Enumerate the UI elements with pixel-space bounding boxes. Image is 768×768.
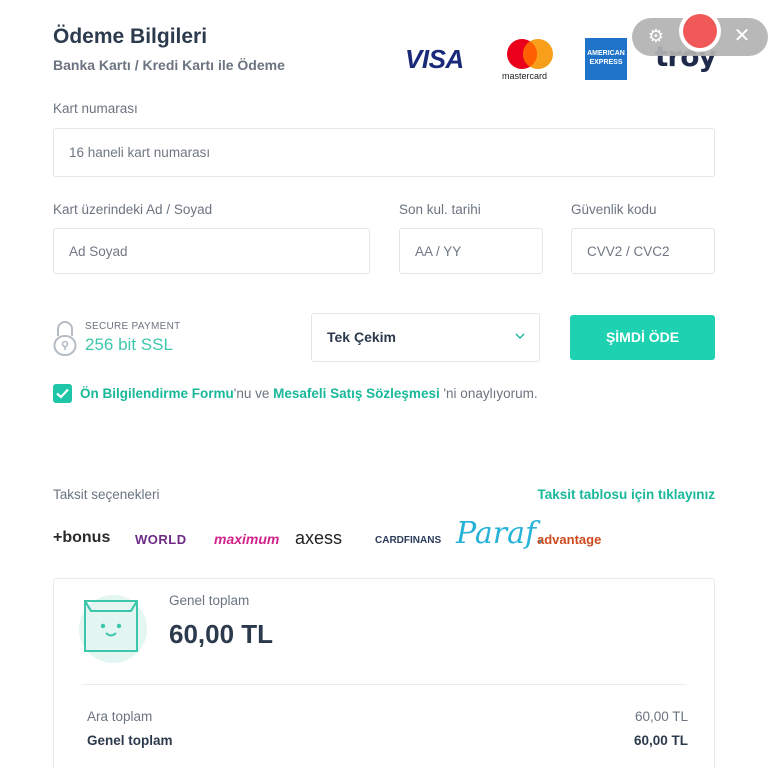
pre-info-form-link[interactable]: Ön Bilgilendirme Formu xyxy=(80,386,234,401)
recorder-toolbar: ⚙ ✕ xyxy=(632,10,768,56)
maximum-logo: maximum xyxy=(214,531,280,547)
grand-total-label: Genel toplam xyxy=(169,593,250,608)
expiry-label: Son kul. tarihi xyxy=(399,202,481,217)
lock-icon xyxy=(53,321,77,356)
pay-now-button[interactable]: ŞİMDİ ÖDE xyxy=(570,315,715,360)
installment-options-label: Taksit seçenekleri xyxy=(53,487,160,502)
distance-sales-agreement-link[interactable]: Mesafeli Satış Sözleşmesi xyxy=(273,386,440,401)
total-row-label: Genel toplam xyxy=(87,733,173,748)
name-field xyxy=(53,228,370,274)
order-summary: Genel toplam 60,00 TL Ara toplam 60,00 T… xyxy=(53,578,715,768)
checkmark-icon xyxy=(56,388,69,399)
cvv-field xyxy=(571,228,715,274)
total-row-value: 60,00 TL xyxy=(633,733,688,748)
subtotal-label: Ara toplam xyxy=(87,709,153,724)
page-title: Ödeme Bilgileri xyxy=(53,25,208,48)
record-button[interactable] xyxy=(679,10,721,52)
expiry-input[interactable] xyxy=(400,229,542,273)
axess-logo: axess xyxy=(295,528,343,548)
page-subtitle: Banka Kartı / Kredi Kartı ile Ödeme xyxy=(53,57,285,73)
chevron-down-icon xyxy=(515,333,525,339)
secure-payment-caption: SECURE PAYMENT xyxy=(85,321,181,332)
close-icon[interactable]: ✕ xyxy=(732,25,752,47)
mastercard-wordmark: mastercard xyxy=(502,71,548,81)
card-number-label: Kart numarası xyxy=(53,101,138,116)
shopping-bag-icon xyxy=(79,595,147,663)
name-input[interactable] xyxy=(54,229,369,273)
cvv-label: Güvenlik kodu xyxy=(571,202,657,217)
advantage-logo: advantage xyxy=(537,532,602,547)
bonus-logo: +bonus xyxy=(53,529,111,546)
amex-line2: EXPRESS xyxy=(589,59,623,66)
paraf-logo: Paraf. xyxy=(456,516,545,551)
world-logo: WORLD xyxy=(135,532,187,547)
cardfinans-logo: CARDFINANS xyxy=(375,535,442,546)
installment-selected: Tek Çekim xyxy=(327,329,396,345)
expiry-field xyxy=(399,228,543,274)
card-number-field xyxy=(53,128,715,177)
consent-text-part2: 'ni onaylıyorum. xyxy=(439,386,538,401)
secure-payment-badge: SECURE PAYMENT 256 bit SSL xyxy=(53,318,213,358)
bank-logos: +bonus WORLD maximum axess CARDFINANS Pa… xyxy=(53,516,613,560)
name-label: Kart üzerindeki Ad / Soyad xyxy=(53,202,213,217)
consent-text: Ön Bilgilendirme Formu'nu ve Mesafeli Sa… xyxy=(80,386,538,401)
consent-text-part1: 'nu ve xyxy=(233,386,274,401)
subtotal-value: 60,00 TL xyxy=(634,709,688,724)
consent-checkbox[interactable] xyxy=(53,384,72,403)
mastercard-logo: mastercard xyxy=(500,38,560,82)
visa-logo: VISA xyxy=(405,44,464,74)
amex-line1: AMERICAN xyxy=(587,50,625,57)
grand-total-amount: 60,00 TL xyxy=(169,619,274,649)
amex-logo: AMERICAN EXPRESS xyxy=(585,38,627,80)
cvv-input[interactable] xyxy=(572,229,714,273)
ssl-text: 256 bit SSL xyxy=(85,335,173,354)
installment-table-link[interactable]: Taksit tablosu için tıklayınız xyxy=(537,487,715,502)
card-number-input[interactable] xyxy=(54,129,714,176)
gear-icon[interactable]: ⚙ xyxy=(646,26,666,46)
installment-select[interactable]: Tek Çekim xyxy=(311,313,540,362)
divider xyxy=(81,684,687,685)
